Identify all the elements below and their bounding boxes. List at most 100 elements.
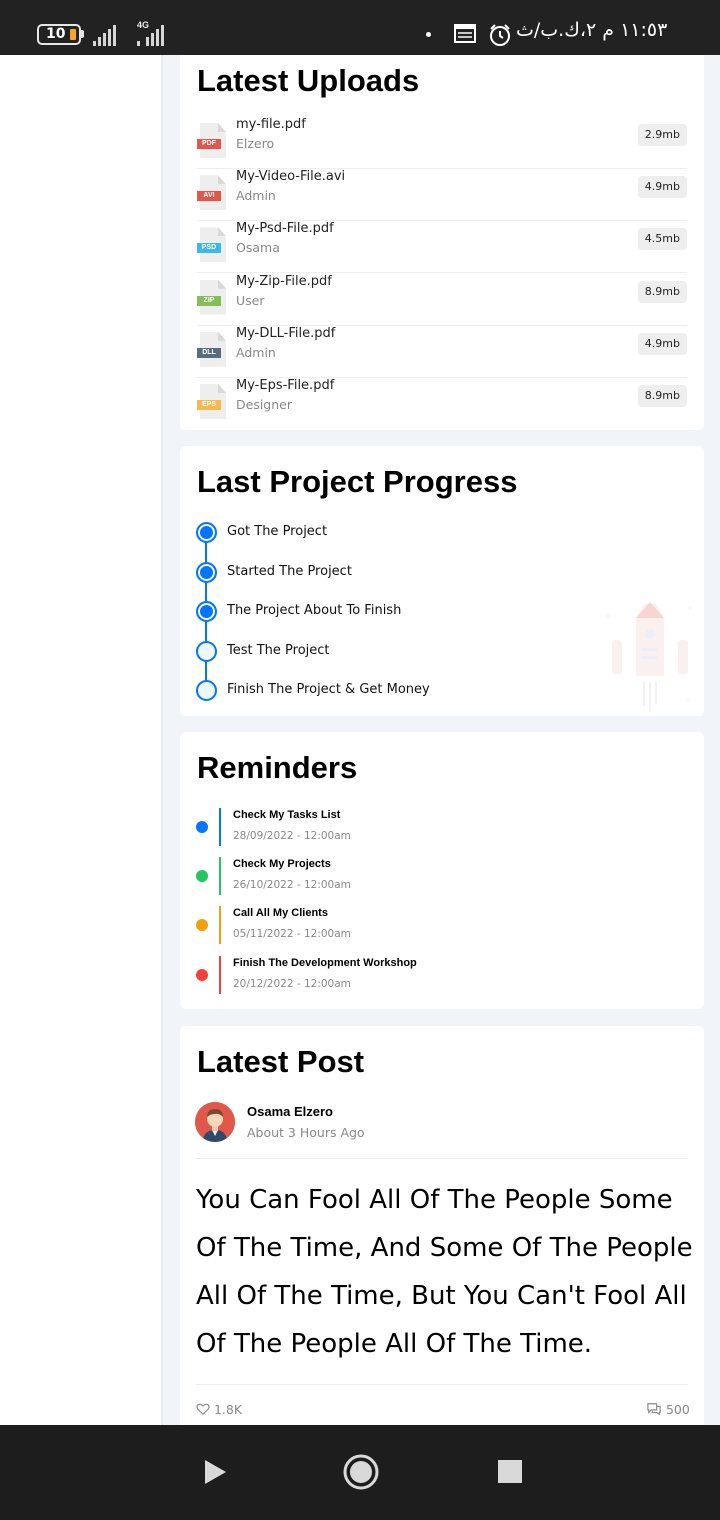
reminder-dot-icon (196, 919, 208, 932)
network-type: 4G (137, 20, 150, 30)
file-name[interactable]: My-DLL-File.pdf (236, 326, 335, 341)
upload-row[interactable]: DLL My-DLL-File.pdf Admin 4.9mb (197, 326, 687, 378)
file-type-tag: DLL (197, 347, 221, 358)
project-progress-title: Last Project Progress (197, 464, 518, 499)
reminder-title: Check My Projects (233, 858, 331, 871)
file-eps-icon: EPS (197, 384, 227, 419)
reminder-item[interactable]: Check My Projects 26/10/2022 - 12:00am (196, 857, 676, 897)
reminders-card: Reminders Check My Tasks List 28/09/2022 … (180, 732, 704, 1009)
file-name[interactable]: My-Zip-File.pdf (236, 274, 332, 289)
post-time: About 3 Hours Ago (247, 1125, 365, 1140)
battery-icon: 10 (37, 24, 81, 45)
avatar[interactable] (195, 1102, 235, 1142)
file-size-badge: 8.9mb (637, 385, 687, 407)
upload-row[interactable]: PSD My-Psd-File.pdf Osama 4.5mb (197, 221, 687, 274)
file-size-badge: 8.9mb (637, 280, 687, 303)
upload-row[interactable]: AVI My-Video-File.avi Admin 4.9mb (197, 169, 687, 222)
reminder-title: Check My Tasks List (233, 809, 341, 821)
step-circle-icon (196, 522, 217, 543)
step-circle-icon (196, 680, 217, 701)
step-circle-icon (196, 561, 217, 583)
step-label: Got The Project (227, 524, 328, 539)
reminder-title: Finish The Development Workshop (233, 956, 417, 969)
file-size-badge: 2.9mb (637, 124, 687, 146)
file-size-badge: 4.9mb (637, 176, 687, 199)
battery-level: 10 (46, 26, 66, 42)
avatar-illustration (195, 1102, 235, 1142)
progress-step: Started The Project (196, 561, 676, 586)
file-owner: User (236, 292, 265, 308)
step-label: Started The Project (227, 563, 352, 579)
navigation-bar (0, 1425, 720, 1520)
reminder-item[interactable]: Check My Tasks List 28/09/2022 - 12:00am (196, 808, 676, 848)
reminder-bar (219, 955, 221, 994)
reminder-title: Call All My Clients (233, 907, 328, 920)
upload-row[interactable]: EPS My-Eps-File.pdf Designer 8.9mb (197, 378, 687, 430)
alarm-icon (490, 24, 510, 46)
reminder-item[interactable]: Call All My Clients 05/11/2022 - 12:00am (196, 906, 676, 946)
post-divider-top (196, 1158, 688, 1159)
file-name[interactable]: My-Psd-File.pdf (236, 221, 334, 236)
step-circle-icon (196, 640, 217, 662)
reminder-date: 20/12/2022 - 12:00am (233, 977, 351, 990)
file-owner: Osama (236, 240, 280, 256)
file-dll-icon: DLL (197, 331, 227, 367)
file-type-tag: EPS (197, 400, 221, 410)
file-name[interactable]: My-Eps-File.pdf (236, 378, 334, 393)
recents-square-icon[interactable] (497, 1460, 523, 1484)
file-type-tag: ZIP (197, 295, 221, 306)
file-size-badge: 4.9mb (637, 332, 687, 355)
file-name[interactable]: My-Video-File.avi (236, 169, 345, 184)
home-circle-icon[interactable] (342, 1453, 380, 1491)
step-label: The Project About To Finish (227, 603, 402, 618)
battery-cap (81, 30, 84, 38)
likes-button[interactable]: 1.8K (196, 1402, 242, 1417)
file-owner: Designer (236, 397, 292, 412)
post-divider-bottom (196, 1384, 688, 1385)
reminder-date: 05/11/2022 - 12:00am (233, 928, 351, 941)
upload-row[interactable]: PDF my-file.pdf Elzero 2.9mb (197, 117, 687, 169)
file-zip-icon: ZIP (197, 279, 227, 315)
step-circle-icon (196, 601, 217, 622)
reminder-dot-icon (196, 821, 208, 833)
reminder-item[interactable]: Finish The Development Workshop 20/12/202… (196, 955, 676, 996)
file-type-tag: AVI (197, 191, 221, 202)
post-author[interactable]: Osama Elzero (247, 1104, 333, 1119)
signal-4g-icon: 4G (137, 20, 167, 46)
comments-count: 500 (665, 1402, 690, 1417)
latest-uploads-title: Latest Uploads (197, 63, 420, 98)
comments-icon (647, 1403, 661, 1416)
status-bar: 10 4G ١١:٥٣ م ٢،ك.ب/ث (0, 0, 720, 55)
back-triangle-icon[interactable] (202, 1458, 228, 1486)
project-progress-card: Last Project Progress Got The Project Sta… (180, 446, 704, 716)
reminder-dot-icon (196, 870, 208, 883)
reminders-title: Reminders (197, 750, 358, 785)
step-label: Test The Project (227, 642, 330, 658)
clock: ١١:٥٣ م ٢،ك.ب/ث (516, 19, 668, 41)
dot-icon (426, 32, 431, 37)
reminder-date: 28/09/2022 - 12:00am (233, 830, 351, 842)
file-owner: Admin (236, 188, 276, 204)
comments-button[interactable]: 500 (646, 1402, 690, 1417)
file-type-tag: PSD (197, 243, 221, 254)
heart-icon (196, 1403, 210, 1416)
file-pdf-icon: PDF (197, 123, 227, 158)
latest-post-title: Latest Post (197, 1044, 365, 1079)
news-icon (454, 24, 476, 43)
latest-uploads-card: Latest Uploads PDF my-file.pdf Elzero 2.9mb… (180, 55, 704, 430)
reminder-date: 26/10/2022 - 12:00am (233, 879, 351, 892)
post-text: You Can Fool All Of The People Some Of T… (196, 1185, 693, 1359)
latest-post-card: Latest Post Osama Elzero About 3 Hours A… (180, 1026, 704, 1426)
reminder-bar (219, 906, 221, 945)
likes-count: 1.8K (213, 1402, 243, 1417)
rocket-illustration (606, 602, 692, 712)
progress-step: Got The Project (196, 522, 676, 546)
file-psd-icon: PSD (197, 227, 227, 263)
file-name[interactable]: my-file.pdf (236, 117, 306, 132)
file-owner: Admin (236, 344, 276, 360)
file-owner: Elzero (236, 136, 275, 151)
file-type-tag: PDF (197, 139, 221, 149)
reminder-dot-icon (196, 968, 208, 981)
file-size-badge: 4.5mb (637, 228, 687, 251)
upload-row[interactable]: ZIP My-Zip-File.pdf User 8.9mb (197, 274, 687, 326)
